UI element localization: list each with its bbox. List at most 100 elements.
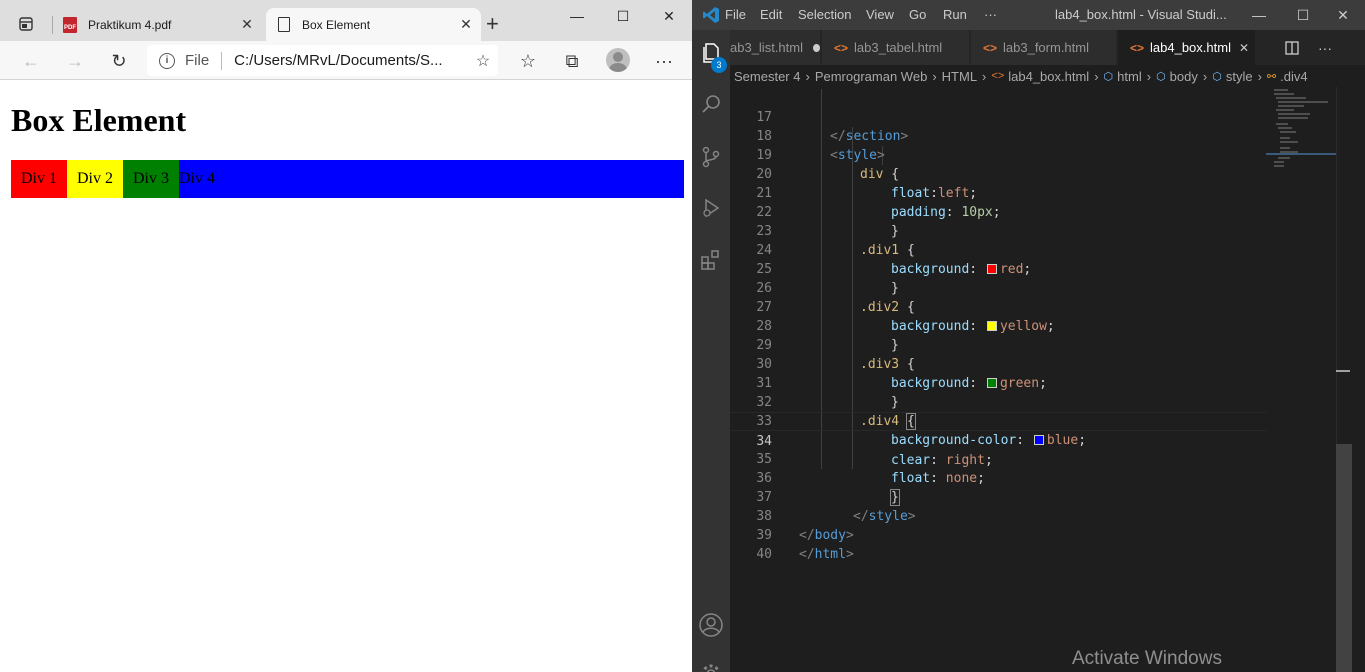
scroll-position-marker (1336, 370, 1350, 372)
html-file-icon: <> (834, 40, 849, 55)
editor-tab-lab3-form[interactable]: <> lab3_form.html (971, 30, 1117, 65)
activity-bar: 3 (692, 30, 730, 672)
code-line[interactable]: 38 </body> (730, 488, 1266, 543)
window-title: lab4_box.html - Visual Studi... (1055, 7, 1227, 22)
page-heading: Box Element (11, 102, 187, 138)
code-line[interactable]: 33 background-color: blue; (730, 393, 1266, 448)
address-scheme: File (185, 52, 210, 69)
code-line[interactable]: 19 div { (730, 127, 1266, 182)
code-line[interactable]: 29 .div3 { (730, 317, 1266, 372)
code-line-current[interactable]: 34 clear: right; (730, 412, 1266, 468)
div3-box: Div 3 (123, 160, 179, 198)
html-file-icon: <> (983, 40, 998, 55)
more-options-button[interactable]: ··· (650, 47, 678, 75)
minimize-button[interactable]: — (1237, 0, 1281, 30)
editor-tab-lab3-tabel[interactable]: <> lab3_tabel.html (822, 30, 970, 65)
menu-file[interactable]: File (725, 0, 746, 30)
code-line[interactable]: 24 background: red; (730, 222, 1266, 277)
profile-avatar[interactable] (606, 48, 630, 72)
new-tab-button[interactable]: + (486, 12, 499, 36)
close-window-button[interactable]: ✕ (1321, 0, 1365, 30)
breadcrumb-item[interactable]: style (1226, 69, 1253, 84)
menu-run[interactable]: Run (943, 0, 967, 30)
code-line[interactable]: 22 } (730, 184, 1266, 239)
refresh-button[interactable]: ↻ (105, 47, 133, 75)
menu-more[interactable]: ··· (984, 0, 997, 30)
html-file-icon: <> (991, 70, 1005, 82)
tab-label: lab3_form.html (1003, 40, 1089, 55)
class-symbol-icon: ⚯ (1266, 70, 1277, 83)
editor-tab-lab3-list[interactable]: ab3_list.html (730, 30, 821, 65)
browser-toolbar: ← → ↻ i File C:/Users/MRvL/Documents/S..… (0, 41, 692, 80)
code-line[interactable]: 23 .div1 { (730, 203, 1266, 258)
code-line[interactable]: 37 </style> (730, 469, 1266, 524)
code-line[interactable]: 36 } (730, 450, 1266, 506)
code-line[interactable]: 27 background: yellow; (730, 279, 1266, 334)
menu-edit[interactable]: Edit (760, 0, 782, 30)
code-line[interactable]: 40 (730, 526, 1266, 562)
add-favorite-icon[interactable]: ☆ (468, 51, 498, 71)
address-bar[interactable]: i File C:/Users/MRvL/Documents/S... ☆ (147, 45, 498, 76)
code-line[interactable]: 17 </section> (730, 89, 1266, 144)
element-icon: ⬡ (1212, 70, 1222, 83)
browser-tab-pdf[interactable]: PDF Praktikum 4.pdf ✕ (52, 8, 262, 41)
code-editor[interactable]: 17 </section> 18 <style> 19 div { 20 flo… (730, 89, 1266, 672)
address-url[interactable]: C:/Users/MRvL/Documents/S... (234, 52, 468, 69)
close-tab-button[interactable]: ✕ (451, 16, 481, 33)
editor-tab-lab4-box[interactable]: <> lab4_box.html ✕ (1118, 30, 1256, 65)
scrollbar-thumb[interactable] (1336, 444, 1352, 672)
minimap[interactable] (1266, 87, 1336, 672)
breadcrumb-item[interactable]: .div4 (1280, 69, 1307, 84)
close-tab-button[interactable]: ✕ (1239, 41, 1249, 55)
code-line[interactable]: 31 } (730, 355, 1266, 410)
breadcrumb-item[interactable]: body (1170, 69, 1198, 84)
maximize-button[interactable]: ☐ (1281, 0, 1325, 30)
breadcrumb-item[interactable]: lab4_box.html (1008, 69, 1089, 84)
activate-windows-watermark: Activate Windows (1072, 648, 1222, 669)
back-button[interactable]: ← (17, 47, 45, 75)
forward-button[interactable]: → (61, 47, 89, 75)
breadcrumb-item[interactable]: HTML (942, 69, 977, 84)
extensions-icon[interactable] (692, 242, 730, 278)
tab-actions-icon[interactable] (10, 8, 42, 40)
menu-go[interactable]: Go (909, 0, 926, 30)
code-line[interactable]: 25 } (730, 241, 1266, 296)
html-file-icon: <> (1130, 40, 1145, 55)
code-line[interactable]: 32 .div4 { (730, 374, 1266, 430)
info-icon[interactable]: i (159, 52, 175, 69)
accounts-icon[interactable] (692, 607, 730, 643)
split-editor-icon[interactable] (1277, 30, 1307, 65)
breadcrumb-item[interactable]: Semester 4 (734, 69, 800, 84)
more-actions-button[interactable]: ··· (1310, 30, 1340, 65)
vscode-window: File Edit Selection View Go Run ··· lab4… (692, 0, 1365, 672)
breadcrumb-item[interactable]: Pemrograman Web (815, 69, 927, 84)
code-line[interactable]: 20 float:left; (730, 146, 1266, 201)
close-tab-button[interactable]: ✕ (232, 16, 262, 33)
code-line[interactable]: 39 </html> (730, 507, 1266, 562)
code-line[interactable]: 26 .div2 { (730, 260, 1266, 315)
code-line[interactable]: 30 background: green; (730, 336, 1266, 391)
breadcrumb: Semester 4 › Pemrograman Web › HTML › <> lab… (730, 65, 1365, 87)
editor-tabs: ab3_list.html <> lab3_tabel.html <> lab3… (730, 30, 1365, 65)
breadcrumb-item[interactable]: html (1117, 69, 1142, 84)
code-line[interactable]: 35 float: none; (730, 431, 1266, 486)
minimize-button[interactable]: — (554, 0, 600, 32)
search-icon[interactable] (692, 86, 730, 122)
run-debug-icon[interactable] (692, 190, 730, 226)
code-line[interactable]: 28 } (730, 298, 1266, 353)
maximize-button[interactable]: ☐ (600, 0, 646, 32)
code-line[interactable]: 21 padding: 10px; (730, 165, 1266, 220)
code-line[interactable]: 18 <style> (730, 108, 1266, 163)
browser-tab-active[interactable]: Box Element ✕ (266, 8, 481, 41)
explorer-icon[interactable]: 3 (692, 35, 730, 73)
browser-window: PDF Praktikum 4.pdf ✕ Box Element ✕ + — … (0, 0, 692, 672)
collections-button[interactable]: ⧉ (558, 47, 586, 75)
unsaved-dot-icon[interactable] (812, 43, 820, 52)
menu-view[interactable]: View (866, 0, 894, 30)
close-window-button[interactable]: ✕ (646, 0, 692, 32)
manage-gear-icon[interactable] (692, 656, 730, 672)
favorites-button[interactable]: ☆ (514, 47, 542, 75)
menu-selection[interactable]: Selection (798, 0, 851, 30)
source-control-icon[interactable] (692, 139, 730, 175)
tab-label: ab3_list.html (730, 40, 803, 55)
